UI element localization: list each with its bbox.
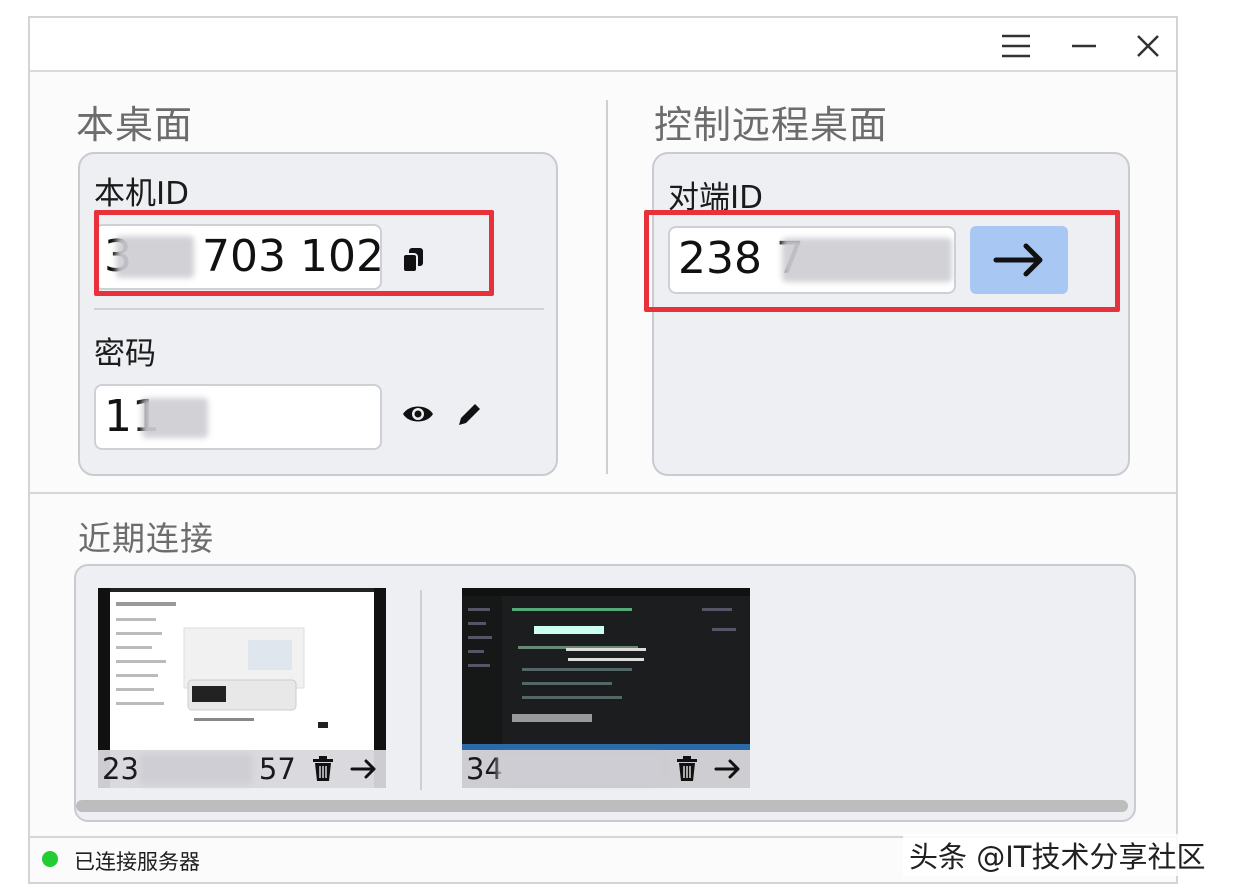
recent-session-card[interactable]: 34 (462, 588, 750, 816)
remote-control-title: 控制远程桌面 (654, 103, 889, 147)
card-divider (94, 308, 544, 310)
connection-status-text: 已连接服务器 (74, 850, 200, 874)
redaction-blur (142, 398, 208, 438)
recent-divider (420, 590, 422, 790)
local-id-label: 本机ID (94, 176, 190, 212)
show-password-eye-icon[interactable] (402, 402, 434, 426)
recent-connections-panel: 23 57 34 (74, 564, 1136, 822)
arrow-right-icon[interactable] (714, 756, 742, 786)
highlight-box-local-id (94, 210, 494, 296)
redaction-blur (498, 754, 662, 784)
recent-connections-title: 近期连接 (78, 519, 214, 558)
local-desktop-card: 本机ID 3703 102 密码 11 (78, 152, 558, 476)
section-divider (606, 100, 608, 474)
local-desktop-title: 本桌面 (76, 103, 194, 147)
arrow-right-icon[interactable] (350, 756, 378, 786)
app-window: 本桌面 本机ID 3703 102 密码 11 (28, 16, 1178, 884)
password-label: 密码 (94, 336, 156, 372)
horizontal-scrollbar[interactable] (76, 800, 1128, 812)
password-field[interactable]: 11 (94, 384, 382, 450)
remote-control-card: 对端ID 238 7 (652, 152, 1130, 476)
menu-icon[interactable] (998, 28, 1034, 64)
section-divider-horizontal (30, 492, 1176, 494)
title-bar (30, 18, 1176, 72)
session-info-bar: 34 (462, 750, 750, 788)
trash-icon[interactable] (312, 756, 334, 786)
redaction-blur (140, 754, 252, 784)
highlight-box-peer-id (644, 210, 1120, 312)
watermark: 头条 @IT技术分享社区 (903, 834, 1212, 876)
session-info-bar: 23 57 (98, 750, 386, 788)
minimize-icon[interactable] (1066, 28, 1102, 64)
trash-icon[interactable] (676, 756, 698, 786)
edit-pencil-icon[interactable] (456, 400, 484, 428)
close-icon[interactable] (1130, 28, 1166, 64)
connection-status-dot (42, 851, 58, 867)
recent-session-card[interactable]: 23 57 (98, 588, 386, 816)
